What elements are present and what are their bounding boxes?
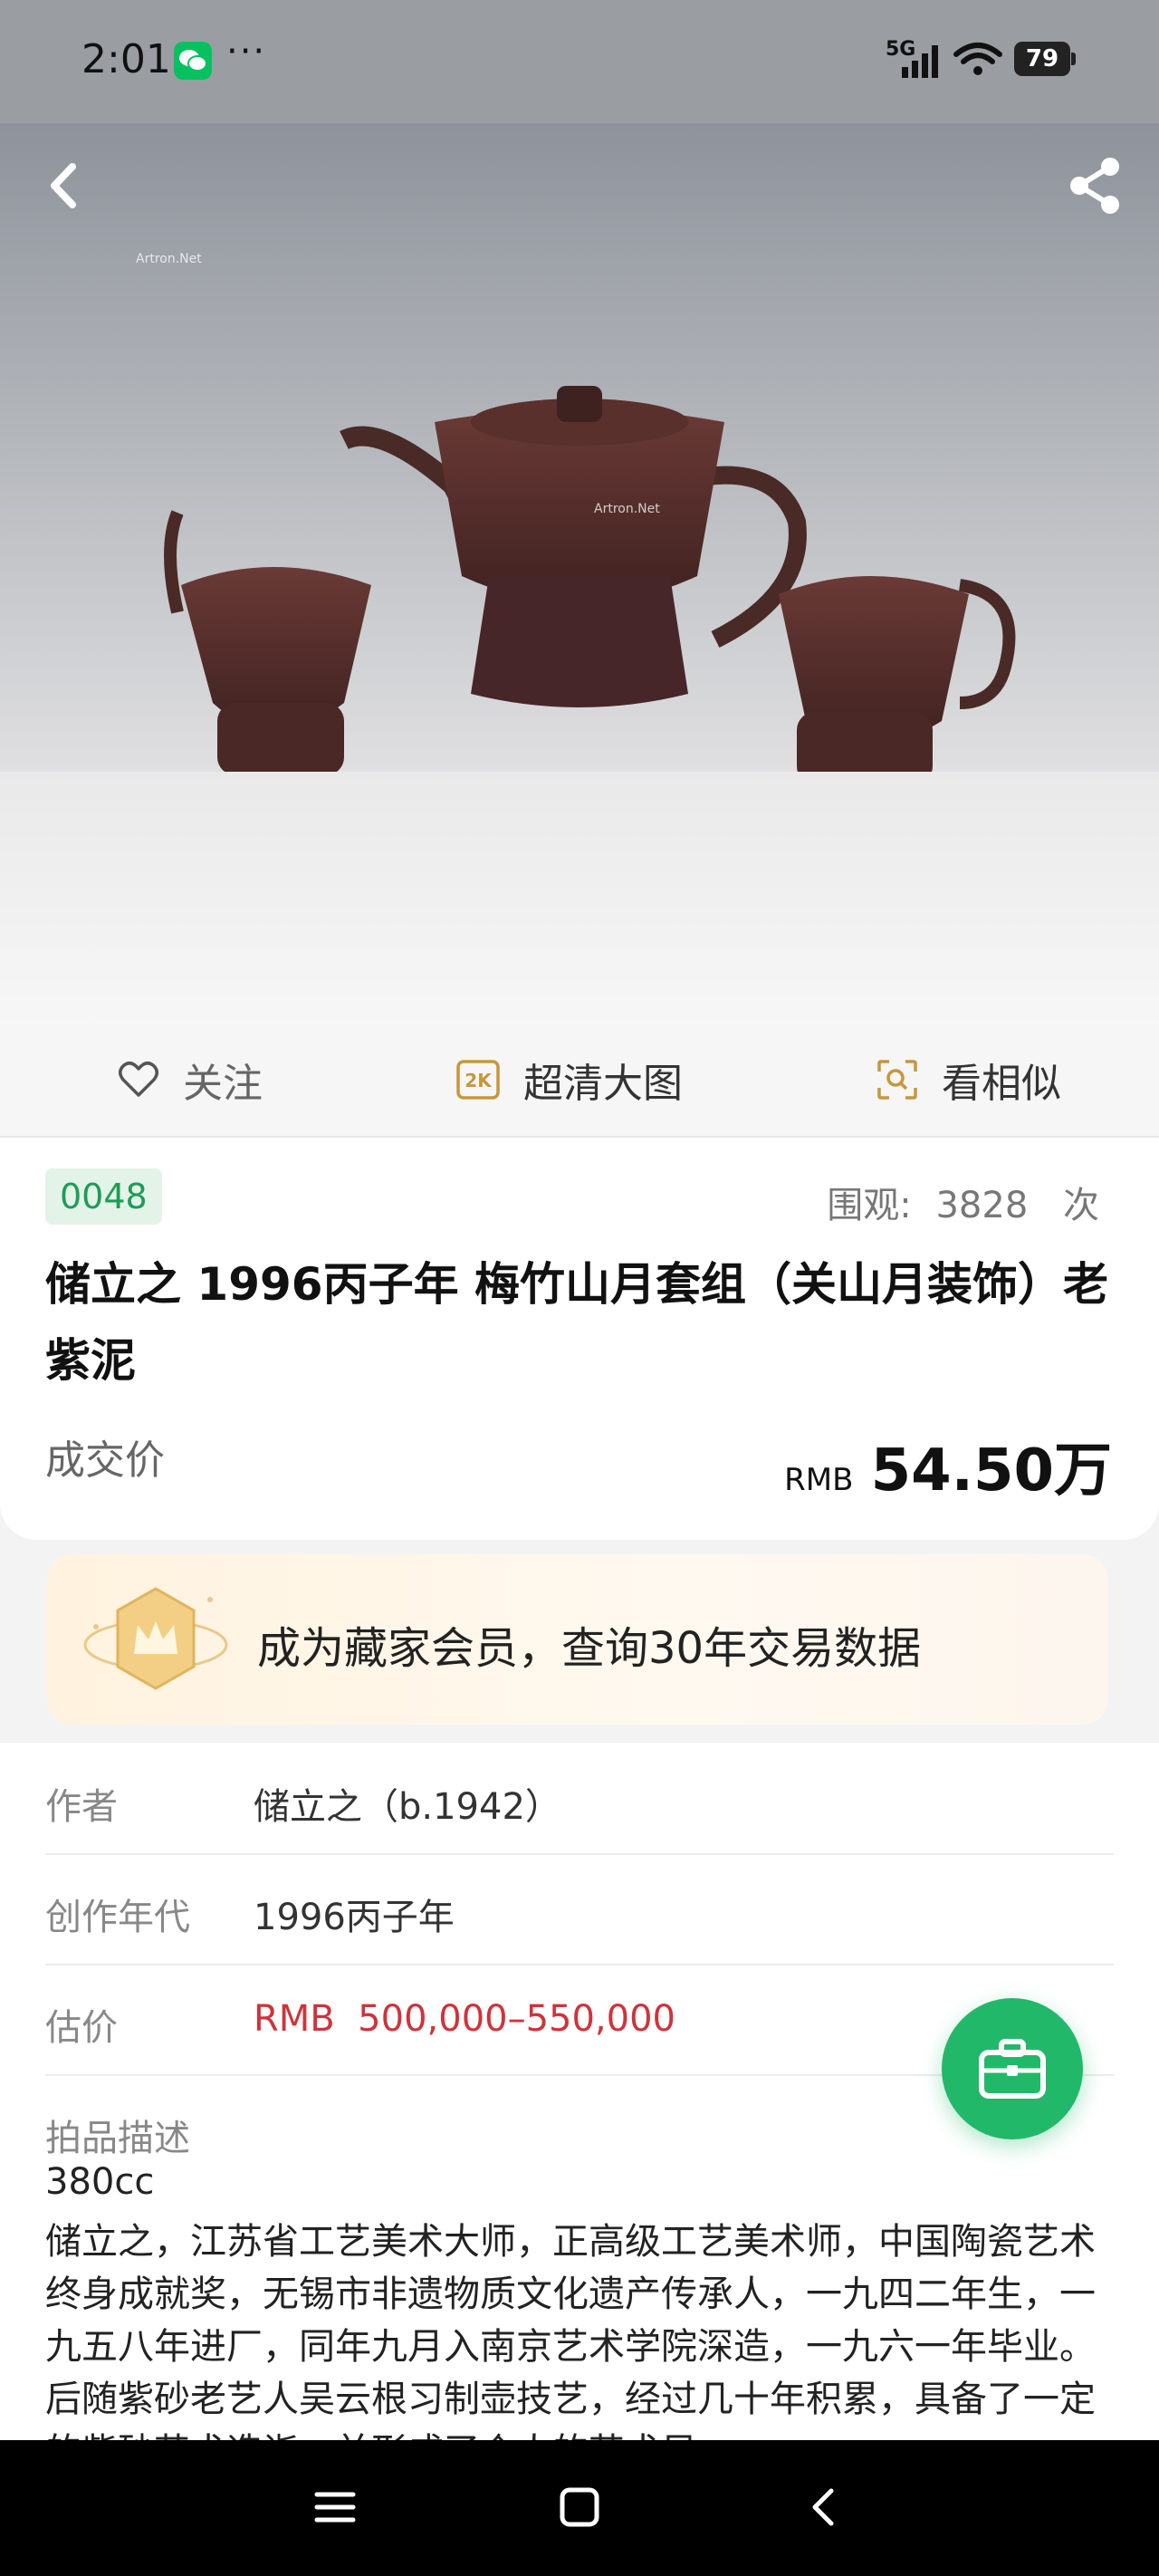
share-icon bbox=[1070, 158, 1119, 214]
status-time: 2:01 bbox=[81, 36, 171, 82]
scan-similar-icon bbox=[876, 1059, 918, 1101]
wechat-icon bbox=[174, 42, 212, 80]
watermark: Artron.Net bbox=[594, 502, 660, 516]
battery-icon: 79 bbox=[1014, 42, 1076, 76]
member-banner[interactable]: 成为藏家会员，查询30年交易数据 bbox=[47, 1554, 1108, 1725]
year-label: 创作年代 bbox=[45, 1897, 190, 1938]
lot-info-card: 0048 围观: 3828 次 储立之 1996丙子年 梅竹山月套组（关山月装饰… bbox=[0, 1138, 1159, 1540]
hammer-price: RMB 54.50万 bbox=[784, 1424, 1112, 1507]
follow-label: 关注 bbox=[183, 1061, 263, 1107]
description-label: 拍品描述 bbox=[45, 2118, 190, 2159]
hd-image-label: 超清大图 bbox=[523, 1061, 683, 1107]
price-currency: RMB bbox=[784, 1462, 854, 1498]
2k-icon: 2K bbox=[456, 1060, 500, 1100]
views-count: 3828 bbox=[935, 1185, 1029, 1226]
status-bar: 2:01 ··· 5G 79 bbox=[0, 0, 1159, 123]
nav-back-icon[interactable] bbox=[802, 2485, 846, 2529]
lot-title: 储立之 1996丙子年 梅竹山月套组（关山月装饰）老紫泥 bbox=[45, 1258, 1108, 1387]
more-dots-icon: ··· bbox=[226, 31, 267, 72]
follow-button[interactable]: 关注 bbox=[118, 1054, 263, 1107]
author-row: 作者 储立之（b.1942） bbox=[45, 1743, 1114, 1855]
back-button[interactable] bbox=[40, 154, 94, 217]
image-shadow bbox=[0, 772, 1159, 1025]
year-row: 创作年代 1996丙子年 bbox=[45, 1853, 1114, 1966]
system-nav-bar bbox=[0, 2440, 1159, 2576]
estimate-label: 估价 bbox=[45, 2007, 118, 2049]
back-icon bbox=[51, 163, 76, 208]
auction-briefcase-button[interactable] bbox=[942, 1998, 1083, 2139]
author-label: 作者 bbox=[45, 1786, 118, 1828]
svg-text:2K: 2K bbox=[465, 1070, 493, 1091]
views-unit: 次 bbox=[1063, 1185, 1099, 1226]
description-size: 380cc bbox=[45, 2161, 155, 2203]
hd-image-button[interactable]: 2K 超清大图 bbox=[456, 1054, 683, 1107]
estimate-value: RMB 500,000–550,000 bbox=[254, 1998, 675, 2040]
price-label: 成交价 bbox=[45, 1437, 165, 1484]
price-value: 54.50万 bbox=[870, 1437, 1112, 1504]
description-body: 储立之，江苏省工艺美术大师，正高级工艺美术师，中国陶瓷艺术终身成就奖，无锡市非遗… bbox=[45, 2221, 1096, 2473]
share-button[interactable] bbox=[1063, 154, 1126, 217]
action-bar: 关注 2K 超清大图 看相似 bbox=[0, 1024, 1159, 1138]
similar-button[interactable]: 看相似 bbox=[876, 1054, 1061, 1107]
lot-number-badge: 0048 bbox=[45, 1168, 162, 1225]
year-value: 1996丙子年 bbox=[254, 1897, 455, 1938]
menu-icon[interactable] bbox=[313, 2485, 357, 2529]
author-value[interactable]: 储立之（b.1942） bbox=[254, 1777, 561, 1830]
wifi-icon bbox=[953, 43, 1002, 75]
views-label: 围观: bbox=[827, 1185, 912, 1226]
home-icon[interactable] bbox=[558, 2485, 601, 2529]
similar-label: 看相似 bbox=[942, 1061, 1061, 1107]
heart-icon bbox=[118, 1061, 159, 1099]
signal-icon bbox=[902, 45, 938, 78]
briefcase-icon bbox=[979, 2039, 1046, 2099]
crown-icon bbox=[83, 1587, 228, 1690]
member-banner-text: 成为藏家会员，查询30年交易数据 bbox=[257, 1623, 922, 1674]
view-count: 围观: 3828 次 bbox=[827, 1176, 1099, 1228]
